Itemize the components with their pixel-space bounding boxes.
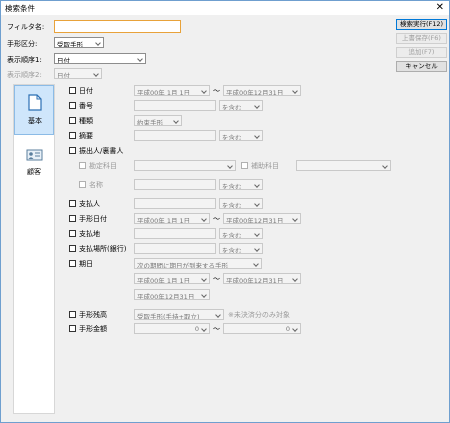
search-execute-button[interactable]: 検索実行(F12)	[396, 19, 447, 30]
search-conditions-dialog: 検索条件 ✕ フィルタ名: 手形区分: 受取手形 表示順序1: 日付 表示順序2…	[0, 0, 450, 423]
date-tilde: 〜	[213, 87, 220, 95]
note-date-checkbox[interactable]	[69, 215, 76, 222]
date-checkbox[interactable]	[69, 87, 76, 94]
add-button[interactable]: 追加(F7)	[396, 47, 447, 58]
name-label: 名称	[89, 181, 103, 189]
sidebar-item-customer-label: 顧客	[27, 168, 41, 176]
sidebar-item-basic-label: 基本	[28, 117, 42, 125]
amount-tilde: 〜	[213, 325, 220, 333]
type-select[interactable]: 約束手形	[134, 115, 182, 126]
sub-account-select[interactable]	[296, 160, 391, 171]
sidebar-item-basic[interactable]: 基本	[14, 85, 54, 135]
number-match-select[interactable]: を含む	[219, 100, 263, 111]
document-icon	[28, 94, 42, 111]
window-title: 検索条件	[5, 4, 35, 13]
due-date-label: 期日	[79, 260, 93, 268]
pay-location-checkbox[interactable]	[69, 245, 76, 252]
balance-label: 手形残高	[79, 311, 107, 319]
category-sidebar: 基本 顧客	[13, 84, 55, 414]
balance-note: ※未決済分のみ対象	[228, 311, 290, 319]
type-checkbox[interactable]	[69, 117, 76, 124]
pay-place-checkbox[interactable]	[69, 230, 76, 237]
account-label: 勘定科目	[89, 162, 117, 170]
sidebar-item-customer[interactable]: 顧客	[14, 143, 54, 181]
order1-select[interactable]: 日付	[54, 53, 146, 64]
summary-match-select[interactable]: を含む	[219, 130, 263, 141]
cancel-button[interactable]: キャンセル	[396, 61, 447, 72]
order1-label: 表示順序1:	[7, 56, 42, 64]
number-label: 番号	[79, 102, 93, 110]
payer-label: 支払人	[79, 200, 100, 208]
amount-checkbox[interactable]	[69, 325, 76, 332]
kubun-label: 手形区分:	[7, 40, 38, 48]
due-date-to-select[interactable]: 平成00年12月31日	[223, 273, 301, 284]
filter-name-label: フィルタ名:	[7, 23, 45, 31]
overwrite-save-button[interactable]: 上書保存(F6)	[396, 33, 447, 44]
date-to-select[interactable]: 平成00年12月31日	[223, 85, 301, 96]
customer-card-icon	[26, 149, 43, 161]
pay-location-input[interactable]	[134, 243, 216, 254]
pay-place-match-select[interactable]: を含む	[219, 228, 263, 239]
summary-label: 摘要	[79, 132, 93, 140]
name-checkbox[interactable]	[79, 181, 86, 188]
order2-select[interactable]: 日付	[54, 68, 102, 79]
account-checkbox[interactable]	[79, 162, 86, 169]
note-date-from-select[interactable]: 平成00年 1月 1日	[134, 213, 210, 224]
payer-input[interactable]	[134, 198, 216, 209]
payer-checkbox[interactable]	[69, 200, 76, 207]
type-label: 種類	[79, 117, 93, 125]
filter-name-input[interactable]	[54, 20, 181, 33]
due-date-tilde: 〜	[213, 275, 220, 283]
amount-from-field[interactable]: 0	[134, 323, 210, 334]
number-checkbox[interactable]	[69, 102, 76, 109]
pay-location-label: 支払場所(銀行)	[79, 245, 127, 253]
note-date-label: 手形日付	[79, 215, 107, 223]
sub-account-label: 補助科目	[251, 162, 279, 170]
summary-input[interactable]	[134, 130, 216, 141]
pay-location-match-select[interactable]: を含む	[219, 243, 263, 254]
amount-label: 手形金額	[79, 325, 107, 333]
pay-place-input[interactable]	[134, 228, 216, 239]
due-date-single-select[interactable]: 平成00年12月31日	[134, 289, 210, 300]
date-from-select[interactable]: 平成00年 1月 1日	[134, 85, 210, 96]
payer-match-select[interactable]: を含む	[219, 198, 263, 209]
order2-label: 表示順序2:	[7, 71, 42, 79]
account-select[interactable]	[134, 160, 236, 171]
name-input[interactable]	[134, 179, 216, 190]
close-icon[interactable]: ✕	[436, 1, 444, 15]
date-label: 日付	[79, 87, 93, 95]
note-date-tilde: 〜	[213, 215, 220, 223]
sub-account-checkbox[interactable]	[241, 162, 248, 169]
amount-to-field[interactable]: 0	[223, 323, 301, 334]
number-input[interactable]	[134, 100, 216, 111]
due-date-mode-select[interactable]: 次の期間に期日が到来する手形	[134, 258, 262, 269]
balance-checkbox[interactable]	[69, 311, 76, 318]
pay-place-label: 支払地	[79, 230, 100, 238]
due-date-checkbox[interactable]	[69, 260, 76, 267]
title-bar: 検索条件 ✕	[1, 1, 449, 15]
kubun-select[interactable]: 受取手形	[54, 37, 104, 48]
summary-checkbox[interactable]	[69, 132, 76, 139]
party-label: 振出人/裏書人	[79, 147, 124, 155]
balance-select[interactable]: 受取手形(手持+取立)	[134, 309, 224, 320]
note-date-to-select[interactable]: 平成00年12月31日	[223, 213, 301, 224]
party-checkbox[interactable]	[69, 147, 76, 154]
due-date-from-select[interactable]: 平成00年 1月 1日	[134, 273, 210, 284]
name-match-select[interactable]: を含む	[219, 179, 263, 190]
